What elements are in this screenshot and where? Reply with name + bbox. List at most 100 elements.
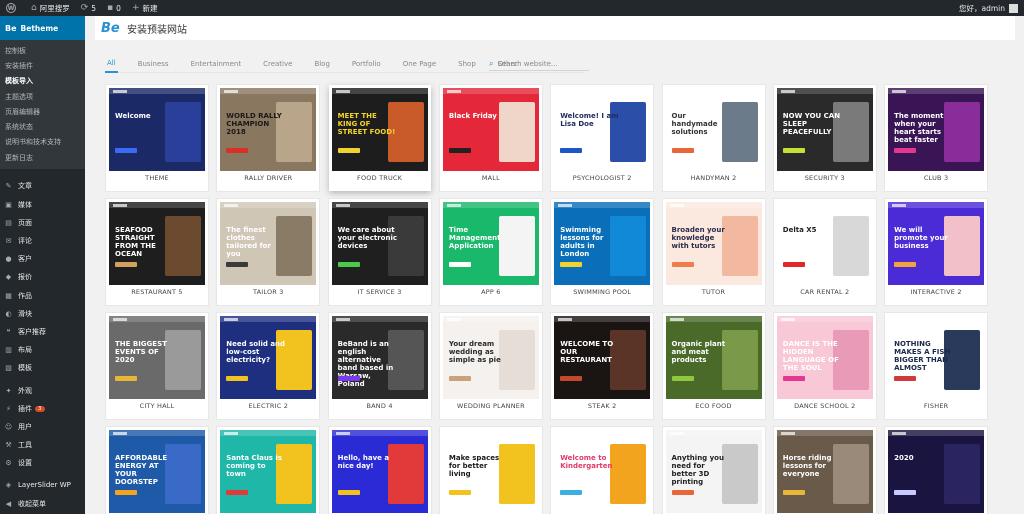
template-card[interactable]: Your dream wedding as simple as pie WEDDI… — [439, 313, 542, 419]
template-card[interactable]: NOTHING MAKES A FISH BIGGER THAN ALMOST F… — [885, 313, 988, 419]
template-card[interactable]: WELCOME TO OUR RESTAURANT STEAK 2 — [551, 313, 654, 419]
template-card[interactable]: Horse riding lessons for everyoneRIDING … — [773, 427, 876, 514]
template-card[interactable]: NOW YOU CAN SLEEP PEACEFULLY SECURITY 3 — [773, 85, 876, 191]
template-card[interactable]: The moment when your heart starts beat f… — [885, 85, 988, 191]
template-thumbnail[interactable]: We care about your electronic devices — [331, 202, 428, 285]
template-thumbnail[interactable]: Welcome — [109, 88, 205, 171]
template-card[interactable]: The finest clothes tailored for you TAILO… — [217, 199, 320, 305]
template-card[interactable]: Time Management Application APP 6 — [439, 199, 542, 305]
template-card[interactable]: Welcome to KindergartenKINDERGARTEN — [551, 427, 654, 514]
template-thumbnail[interactable]: Broaden your knowledge with tutors — [665, 202, 762, 285]
filter-tab[interactable]: Shop — [456, 55, 478, 73]
template-card[interactable]: Organic plant and meat products ECO FOOD — [662, 313, 765, 419]
template-card[interactable]: THE BIGGEST EVENTS OF 2020 CITY HALL — [106, 313, 208, 419]
sidebar-item[interactable]: ◈ LayerSlider WP — [0, 476, 85, 494]
template-card[interactable]: Welcome THEME — [106, 85, 208, 191]
new-content-link[interactable]: + 新建 — [132, 3, 158, 14]
wordpress-logo-button[interactable]: W — [6, 3, 20, 13]
submenu-item[interactable]: 更新日志 — [0, 150, 85, 165]
template-card[interactable]: We will promote your business INTERACTIVE… — [885, 199, 988, 305]
sidebar-item[interactable]: ◐ 滑块 — [0, 305, 85, 323]
template-thumbnail[interactable]: Swimming lessons for adults in London — [554, 202, 651, 285]
template-card[interactable]: Our handymade solutions HANDYMAN 2 — [662, 85, 765, 191]
template-card[interactable]: Hello, have a nice day!GREETINGS — [328, 427, 431, 514]
template-thumbnail[interactable]: NOW YOU CAN SLEEP PEACEFULLY — [776, 88, 873, 171]
template-card[interactable]: DANCE IS THE HIDDEN LANGUAGE OF THE SOUL… — [773, 313, 876, 419]
template-thumbnail[interactable]: NOTHING MAKES A FISH BIGGER THAN ALMOST — [888, 316, 985, 399]
sidebar-item[interactable]: ◆ 报价 — [0, 268, 85, 286]
template-card[interactable]: AFFORDABLE ENERGY AT YOUR DOORSTEPSOLAR — [106, 427, 208, 514]
site-name-link[interactable]: ⌂ 阿里搜罗 — [31, 3, 70, 14]
submenu-item[interactable]: 安装插件 — [0, 58, 85, 73]
sidebar-item[interactable]: ⚒ 工具 — [0, 436, 85, 454]
template-card[interactable]: Welcome! I am Lisa Doe PSYCHOLOGIST 2 — [551, 85, 654, 191]
sidebar-item[interactable]: ▥ 布局 — [0, 341, 85, 359]
template-thumbnail[interactable]: The moment when your heart starts beat f… — [888, 88, 985, 171]
template-thumbnail[interactable]: Your dream wedding as simple as pie — [442, 316, 539, 399]
sidebar-item[interactable]: ▧ 模板 — [0, 359, 85, 377]
filter-tab[interactable]: Blog — [312, 55, 331, 73]
template-thumbnail[interactable]: Anything you need for better 3D printing — [665, 430, 762, 513]
template-thumbnail[interactable]: The finest clothes tailored for you — [220, 202, 317, 285]
sidebar-item[interactable]: ✉ 评论 — [0, 232, 85, 250]
filter-tab[interactable]: Business — [136, 55, 171, 73]
template-thumbnail[interactable]: Santa Claus is coming to town — [220, 430, 317, 513]
template-thumbnail[interactable]: Need solid and low-cost electricity? — [220, 316, 317, 399]
sidebar-item[interactable]: ❝ 客户推荐 — [0, 323, 85, 341]
template-card[interactable]: Swimming lessons for adults in London SWI… — [551, 199, 654, 305]
sidebar-item[interactable]: ⚙ 设置 — [0, 454, 85, 472]
template-card[interactable]: WORLD RALLY CHAMPION 2018 RALLY DRIVER — [217, 85, 320, 191]
template-thumbnail[interactable]: Make spaces for better living — [442, 430, 539, 513]
template-thumbnail[interactable]: Horse riding lessons for everyone — [776, 430, 873, 513]
template-thumbnail[interactable]: BeBand is an english alternative band ba… — [331, 316, 428, 399]
template-thumbnail[interactable]: Delta X5 — [776, 202, 873, 285]
filter-tab[interactable]: Creative — [261, 55, 294, 73]
submenu-item[interactable]: 页眉编辑器 — [0, 104, 85, 119]
submenu-item[interactable]: 控制板 — [0, 43, 85, 58]
template-thumbnail[interactable]: 2020 — [888, 430, 985, 513]
template-thumbnail[interactable]: Time Management Application — [442, 202, 539, 285]
template-thumbnail[interactable]: Black Friday — [442, 88, 539, 171]
template-card[interactable]: Black Friday MALL — [439, 85, 542, 191]
submenu-item[interactable]: 模板导入 — [0, 74, 85, 89]
template-thumbnail[interactable]: DANCE IS THE HIDDEN LANGUAGE OF THE SOUL — [776, 316, 873, 399]
template-card[interactable]: Anything you need for better 3D printing… — [662, 427, 765, 514]
submenu-item[interactable]: 说明书和技术支持 — [0, 135, 85, 150]
sidebar-item[interactable]: ✦ 外观 — [0, 381, 85, 399]
template-thumbnail[interactable]: SEAFOOD STRAIGHT FROM THE OCEAN — [109, 202, 205, 285]
sidebar-item[interactable]: ▣ 媒体 — [0, 196, 85, 214]
template-card[interactable]: Make spaces for better livingBUILDER — [439, 427, 542, 514]
sidebar-item[interactable]: ◀ 收起菜单 — [0, 495, 85, 513]
filter-tab[interactable]: One Page — [401, 55, 438, 73]
template-card[interactable]: Santa Claus is coming to townCHRISTMAS — [217, 427, 320, 514]
sidebar-item[interactable]: ✎ 文章 — [0, 177, 85, 195]
template-thumbnail[interactable]: THE BIGGEST EVENTS OF 2020 — [109, 316, 205, 399]
template-thumbnail[interactable]: Organic plant and meat products — [665, 316, 762, 399]
template-card[interactable]: SEAFOOD STRAIGHT FROM THE OCEAN RESTAURAN… — [106, 199, 208, 305]
comments-link[interactable]: ▪ 0 — [107, 3, 121, 13]
template-card[interactable]: MEET THE KING OF STREET FOOD! FOOD TRUCK — [328, 85, 431, 191]
template-thumbnail[interactable]: Our handymade solutions — [665, 88, 762, 171]
template-thumbnail[interactable]: WORLD RALLY CHAMPION 2018 — [220, 88, 317, 171]
search-website-input[interactable]: ⌕ Search website... — [489, 57, 589, 71]
template-card[interactable]: 2020NEW YEAR — [885, 427, 988, 514]
sidebar-item[interactable]: ▤ 页面 — [0, 214, 85, 232]
template-card[interactable]: BeBand is an english alternative band ba… — [328, 313, 431, 419]
filter-tab[interactable]: Portfolio — [350, 55, 383, 73]
template-thumbnail[interactable]: MEET THE KING OF STREET FOOD! — [331, 88, 428, 171]
avatar[interactable] — [1009, 3, 1018, 13]
filter-tab[interactable]: Entertainment — [189, 55, 244, 73]
template-card[interactable]: Broaden your knowledge with tutors TUTOR — [662, 199, 765, 305]
updates-link[interactable]: ⟳ 5 — [81, 3, 96, 13]
template-thumbnail[interactable]: We will promote your business — [888, 202, 985, 285]
sidebar-item[interactable]: ● 客户 — [0, 250, 85, 268]
template-card[interactable]: Delta X5 CAR RENTAL 2 — [773, 199, 876, 305]
submenu-item[interactable]: 主题选项 — [0, 89, 85, 104]
sidebar-item[interactable]: ⚡ 插件 3 — [0, 400, 85, 418]
filter-tab[interactable]: All — [105, 55, 118, 73]
submenu-item[interactable]: 系统状态 — [0, 119, 85, 134]
account-greeting[interactable]: 您好，admin — [959, 3, 1005, 14]
template-thumbnail[interactable]: Welcome to Kindergarten — [554, 430, 651, 513]
template-thumbnail[interactable]: Hello, have a nice day! — [331, 430, 428, 513]
template-thumbnail[interactable]: Welcome! I am Lisa Doe — [554, 88, 651, 171]
